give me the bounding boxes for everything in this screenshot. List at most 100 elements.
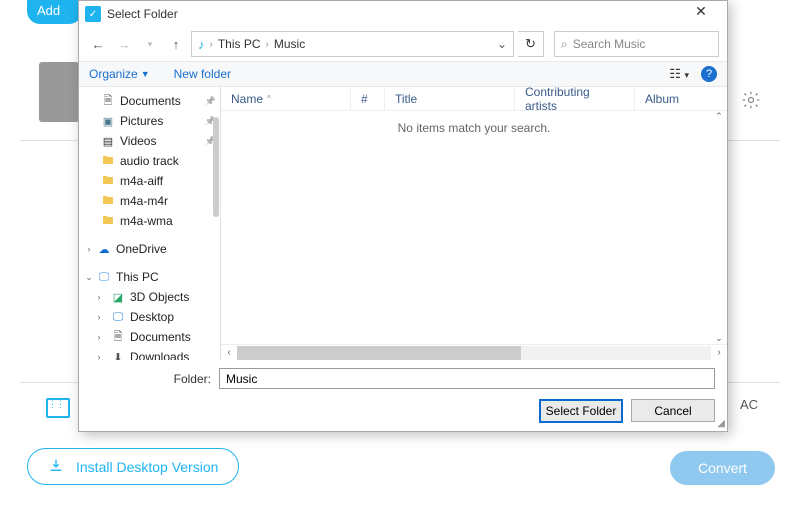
dialog-footer: Folder: Select Folder Cancel xyxy=(79,360,727,431)
tree-m4awma[interactable]: 🖿m4a-wma xyxy=(79,211,220,231)
forward-button[interactable]: → xyxy=(113,33,135,55)
tree-label: Pictures xyxy=(120,114,163,128)
tree-videos[interactable]: ▤ Videos xyxy=(79,131,220,151)
folder-input[interactable] xyxy=(219,368,715,389)
refresh-button[interactable]: ↻ xyxy=(518,31,544,57)
search-input[interactable]: ⌕ Search Music xyxy=(554,31,719,57)
dialog-title: Select Folder xyxy=(107,7,681,21)
crumb-music[interactable]: Music xyxy=(274,37,305,51)
tree-label: This PC xyxy=(116,270,159,284)
tree-label: 3D Objects xyxy=(130,290,189,304)
help-button[interactable]: ? xyxy=(701,66,717,82)
expand-icon[interactable]: › xyxy=(93,332,105,342)
folder-icon: 🖿 xyxy=(101,194,115,208)
scroll-track[interactable] xyxy=(237,346,711,360)
picture-icon: ▣ xyxy=(101,114,115,128)
chevron-right-icon: › xyxy=(210,39,213,50)
sort-asc-icon: ^ xyxy=(267,94,271,103)
col-label: Name xyxy=(231,92,263,106)
scroll-left-icon[interactable]: ‹ xyxy=(221,347,237,358)
toolbar: Organize ▼ New folder ☷ ▾ ? xyxy=(79,61,727,87)
expand-icon[interactable]: › xyxy=(93,292,105,302)
document-icon: 🗎 xyxy=(111,330,125,344)
tree-label: Documents xyxy=(130,330,191,344)
tree-label: Desktop xyxy=(130,310,174,324)
desktop-icon: 🖵 xyxy=(111,310,125,324)
folder-icon: 🖿 xyxy=(101,154,115,168)
expand-icon[interactable]: › xyxy=(93,312,105,322)
document-icon: 🗎 xyxy=(101,94,115,108)
folder-label: Folder: xyxy=(91,372,211,386)
tree-label: Videos xyxy=(120,134,156,148)
col-name[interactable]: Name ^ xyxy=(221,87,351,110)
folder-icon: 🖿 xyxy=(101,174,115,188)
col-artists[interactable]: Contributing artists xyxy=(515,87,635,110)
bg-format-hint: AC xyxy=(740,397,758,412)
column-headers: Name ^ # Title Contributing artists Album xyxy=(221,87,727,111)
tree-label: m4a-m4r xyxy=(120,194,168,208)
file-list[interactable]: No items match your search. ⌃⌄ xyxy=(221,111,727,344)
organize-menu[interactable]: Organize ▼ xyxy=(89,67,150,81)
col-num[interactable]: # xyxy=(351,87,385,110)
list-vscrollbar[interactable]: ⌃⌄ xyxy=(711,111,727,344)
file-list-area: Name ^ # Title Contributing artists Album… xyxy=(221,87,727,360)
bg-add-button[interactable]: Add xyxy=(27,0,82,24)
install-desktop-button[interactable]: Install Desktop Version xyxy=(27,448,239,485)
tree-audiotrack[interactable]: 🖿 audio track xyxy=(79,151,220,171)
select-folder-button[interactable]: Select Folder xyxy=(539,399,623,423)
tree-thispc[interactable]: ⌄🖵This PC xyxy=(79,267,220,287)
scroll-right-icon[interactable]: › xyxy=(711,347,727,358)
tree-documents[interactable]: 🗎 Documents xyxy=(79,91,220,111)
tree-desktop[interactable]: › 🖵 Desktop xyxy=(79,307,220,327)
tree-label: m4a-aiff xyxy=(120,174,163,188)
download-icon xyxy=(48,457,64,476)
tree-label: m4a-wma xyxy=(120,214,173,228)
view-menu[interactable]: ☷ ▾ xyxy=(669,66,689,82)
bg-video-thumb xyxy=(39,62,79,122)
folder-tree[interactable]: 🗎 Documents ▣ Pictures ▤ Videos 🖿 audio trac… xyxy=(79,87,221,360)
cloud-icon: ☁ xyxy=(97,242,111,256)
up-button[interactable]: ↑ xyxy=(165,33,187,55)
tree-label: OneDrive xyxy=(116,242,167,256)
install-label: Install Desktop Version xyxy=(76,459,218,475)
crumb-thispc[interactable]: This PC xyxy=(218,37,261,51)
expand-icon[interactable]: › xyxy=(93,352,105,360)
video-icon: ▤ xyxy=(101,134,115,148)
chevron-down-icon: ▼ xyxy=(141,69,150,79)
tree-documents2[interactable]: › 🗎 Documents xyxy=(79,327,220,347)
titlebar: ✓ Select Folder ✕ xyxy=(79,1,727,27)
breadcrumb[interactable]: ♪ › This PC › Music ⌄ xyxy=(191,31,514,57)
chevron-right-icon: › xyxy=(266,39,269,50)
resize-grip-icon[interactable]: ◢ xyxy=(717,418,725,429)
film-icon xyxy=(46,398,70,418)
cancel-button[interactable]: Cancel xyxy=(631,399,715,422)
tree-m4am4r[interactable]: 🖿 m4a-m4r xyxy=(79,191,220,211)
tree-label: Downloads xyxy=(130,350,189,360)
navbar: ← → ▾ ↑ ♪ › This PC › Music ⌄ ↻ ⌕ Search… xyxy=(79,27,727,61)
tree-downloads[interactable]: ›⬇Downloads xyxy=(79,347,220,360)
back-button[interactable]: ← xyxy=(87,33,109,55)
list-hscrollbar[interactable]: ‹ › xyxy=(221,344,727,360)
tree-3dobjects[interactable]: › ◪ 3D Objects xyxy=(79,287,220,307)
col-album[interactable]: Album xyxy=(635,87,727,110)
col-title[interactable]: Title xyxy=(385,87,515,110)
convert-button[interactable]: Convert xyxy=(670,451,775,485)
breadcrumb-dropdown-icon[interactable]: ⌄ xyxy=(497,37,507,51)
close-button[interactable]: ✕ xyxy=(681,3,721,25)
tree-label: Documents xyxy=(120,94,181,108)
tree-m4aaiff[interactable]: 🖿 m4a-aiff xyxy=(79,171,220,191)
search-placeholder: Search Music xyxy=(573,37,646,51)
settings-gear-icon[interactable] xyxy=(741,90,765,114)
tree-pictures[interactable]: ▣ Pictures xyxy=(79,111,220,131)
tree-onedrive[interactable]: ›☁ OneDrive xyxy=(79,239,220,259)
recent-dropdown[interactable]: ▾ xyxy=(139,33,161,55)
tree-label: audio track xyxy=(120,154,179,168)
select-folder-dialog: ✓ Select Folder ✕ ← → ▾ ↑ ♪ › This PC › … xyxy=(78,0,728,432)
tree-scrollbar[interactable] xyxy=(212,87,220,360)
3d-icon: ◪ xyxy=(111,290,125,304)
collapse-icon[interactable]: ⌄ xyxy=(83,272,95,283)
new-folder-button[interactable]: New folder xyxy=(174,67,231,81)
search-icon: ⌕ xyxy=(561,37,568,52)
scroll-thumb[interactable] xyxy=(237,346,521,360)
expand-icon[interactable]: › xyxy=(83,244,95,254)
